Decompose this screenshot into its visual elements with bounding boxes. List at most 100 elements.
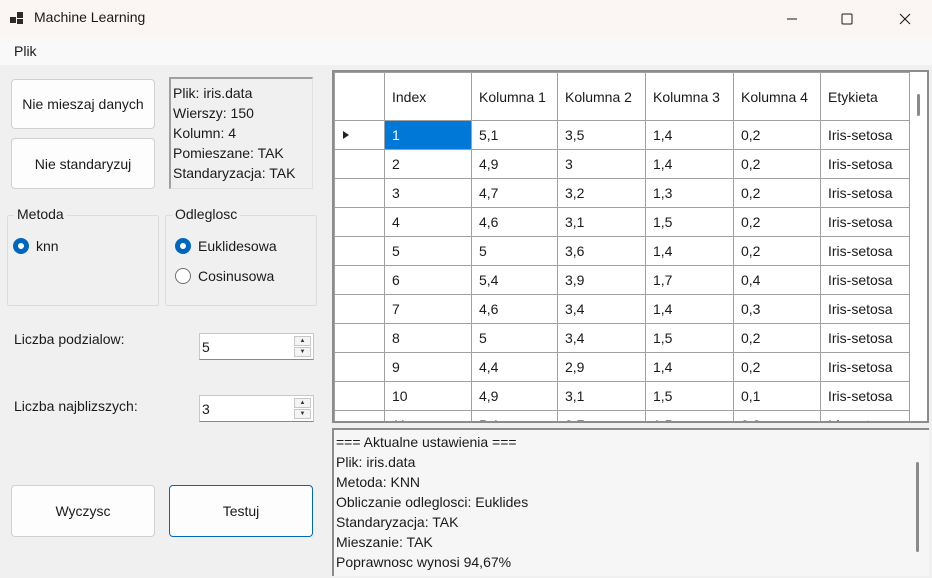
table-cell[interactable]: 4,4 [471,352,558,382]
table-cell[interactable]: 1,4 [645,236,734,266]
spin-down-icon[interactable]: ▼ [294,409,311,419]
table-cell[interactable]: 1,4 [645,352,734,382]
table-cell[interactable]: Iris-setosa [820,207,910,237]
table-cell[interactable]: 3,1 [557,207,646,237]
table-cell[interactable]: 3,4 [557,294,646,324]
table-cell[interactable]: 0,4 [733,265,821,295]
table-cell[interactable]: 10 [384,381,472,411]
table-row[interactable]: 2 4,9 3 1,4 0,2 Iris-setosa [334,149,910,179]
splits-value[interactable]: 5 [202,339,210,355]
table-cell[interactable]: 1,7 [645,265,734,295]
radio-euclidean[interactable]: Euklidesowa [175,238,277,254]
row-header-cell[interactable] [334,352,385,382]
table-cell[interactable]: Iris-setosa [820,381,910,411]
table-cell[interactable]: 1,5 [645,323,734,353]
table-row[interactable]: 10 4,9 3,1 1,5 0,1 Iris-setosa [334,381,910,411]
table-cell[interactable]: 0,2 [733,149,821,179]
table-row[interactable]: 4 4,6 3,1 1,5 0,2 Iris-setosa [334,207,910,237]
maximize-button[interactable] [824,0,870,37]
table-cell[interactable]: 0,2 [733,178,821,208]
table-cell[interactable]: 3,4 [557,323,646,353]
table-cell[interactable]: 3,6 [557,236,646,266]
neighbors-stepper[interactable]: 3 ▲ ▼ [199,395,314,422]
table-cell[interactable]: 5 [384,236,472,266]
column-header[interactable]: Index [384,72,472,121]
table-cell[interactable]: 6 [384,265,472,295]
neighbors-value[interactable]: 3 [202,401,210,417]
table-cell[interactable]: 0,3 [733,294,821,324]
column-header[interactable]: Kolumna 1 [471,72,558,121]
table-row[interactable]: 9 4,4 2,9 1,4 0,2 Iris-setosa [334,352,910,382]
row-header-cell[interactable] [334,410,385,421]
log-output[interactable]: === Aktualne ustawienia === Plik: iris.d… [332,428,929,576]
row-header-cell[interactable] [334,207,385,237]
column-header[interactable]: Etykieta [820,72,910,121]
table-cell[interactable]: 3,7 [557,410,646,421]
clear-button[interactable]: Wyczysc [11,485,155,537]
spin-up-icon[interactable]: ▲ [294,336,311,346]
table-cell[interactable]: 1 [384,120,472,150]
table-cell[interactable]: 1,4 [645,149,734,179]
table-cell[interactable]: 0,2 [733,120,821,150]
table-cell[interactable]: 4,6 [471,207,558,237]
table-cell[interactable]: 5 [471,323,558,353]
table-cell[interactable]: Iris-setosa [820,352,910,382]
splits-stepper[interactable]: 5 ▲ ▼ [199,333,314,360]
table-cell[interactable]: 4 [384,207,472,237]
table-cell[interactable]: 8 [384,323,472,353]
log-scrollbar-thumb[interactable] [916,462,919,552]
table-cell[interactable]: 1,5 [645,207,734,237]
table-cell[interactable]: 3 [557,149,646,179]
table-cell[interactable]: 0,2 [733,323,821,353]
table-cell[interactable]: 4,7 [471,178,558,208]
row-header-cell[interactable] [334,294,385,324]
table-cell[interactable]: 3 [384,178,472,208]
table-cell[interactable]: Iris-setosa [820,410,910,421]
row-header-cell[interactable] [334,323,385,353]
table-row[interactable]: 7 4,6 3,4 1,4 0,3 Iris-setosa [334,294,910,324]
radio-knn[interactable]: knn [13,238,59,254]
row-header-cell[interactable] [334,265,385,295]
table-cell[interactable]: Iris-setosa [820,323,910,353]
minimize-button[interactable] [769,0,815,37]
column-header[interactable]: Kolumna 4 [733,72,821,121]
table-cell[interactable]: 0,1 [733,381,821,411]
table-cell[interactable]: Iris-setosa [820,265,910,295]
no-standardize-button[interactable]: Nie standaryzuj [11,138,155,189]
table-cell[interactable]: 3,5 [557,120,646,150]
table-cell[interactable]: 5,1 [471,120,558,150]
grid-scrollbar-thumb[interactable] [917,94,920,116]
table-cell[interactable]: Iris-setosa [820,120,910,150]
table-cell[interactable]: 7 [384,294,472,324]
table-cell[interactable]: 3,9 [557,265,646,295]
table-cell[interactable]: 0,2 [733,352,821,382]
spin-down-icon[interactable]: ▼ [294,347,311,357]
table-cell[interactable]: 2 [384,149,472,179]
table-cell[interactable]: 4,9 [471,149,558,179]
table-row[interactable]: 6 5,4 3,9 1,7 0,4 Iris-setosa [334,265,910,295]
table-cell[interactable]: Iris-setosa [820,236,910,266]
table-cell[interactable]: 0,2 [733,236,821,266]
row-header-cell[interactable] [334,178,385,208]
table-row[interactable]: 8 5 3,4 1,5 0,2 Iris-setosa [334,323,910,353]
row-header-cell[interactable] [334,381,385,411]
radio-cosine[interactable]: Cosinusowa [175,268,274,284]
table-cell[interactable]: 1,5 [645,410,734,421]
row-header-cell[interactable] [334,149,385,179]
table-row[interactable]: 115,43,71,50,2Iris-setosa [334,410,910,421]
close-button[interactable] [882,0,928,37]
table-cell[interactable]: 1,4 [645,120,734,150]
column-header[interactable]: Kolumna 2 [557,72,646,121]
table-cell[interactable]: 0,2 [733,207,821,237]
table-cell[interactable]: 1,3 [645,178,734,208]
table-cell[interactable]: Iris-setosa [820,149,910,179]
spin-up-icon[interactable]: ▲ [294,398,311,408]
table-cell[interactable]: 11 [384,410,472,421]
table-cell[interactable]: 5,4 [471,410,558,421]
table-cell[interactable]: 9 [384,352,472,382]
table-cell[interactable]: 2,9 [557,352,646,382]
data-grid[interactable]: Index Kolumna 1 Kolumna 2 Kolumna 3 Kolu… [332,70,929,423]
table-cell[interactable]: 0,2 [733,410,821,421]
table-row[interactable]: 3 4,7 3,2 1,3 0,2 Iris-setosa [334,178,910,208]
table-cell[interactable]: Iris-setosa [820,178,910,208]
